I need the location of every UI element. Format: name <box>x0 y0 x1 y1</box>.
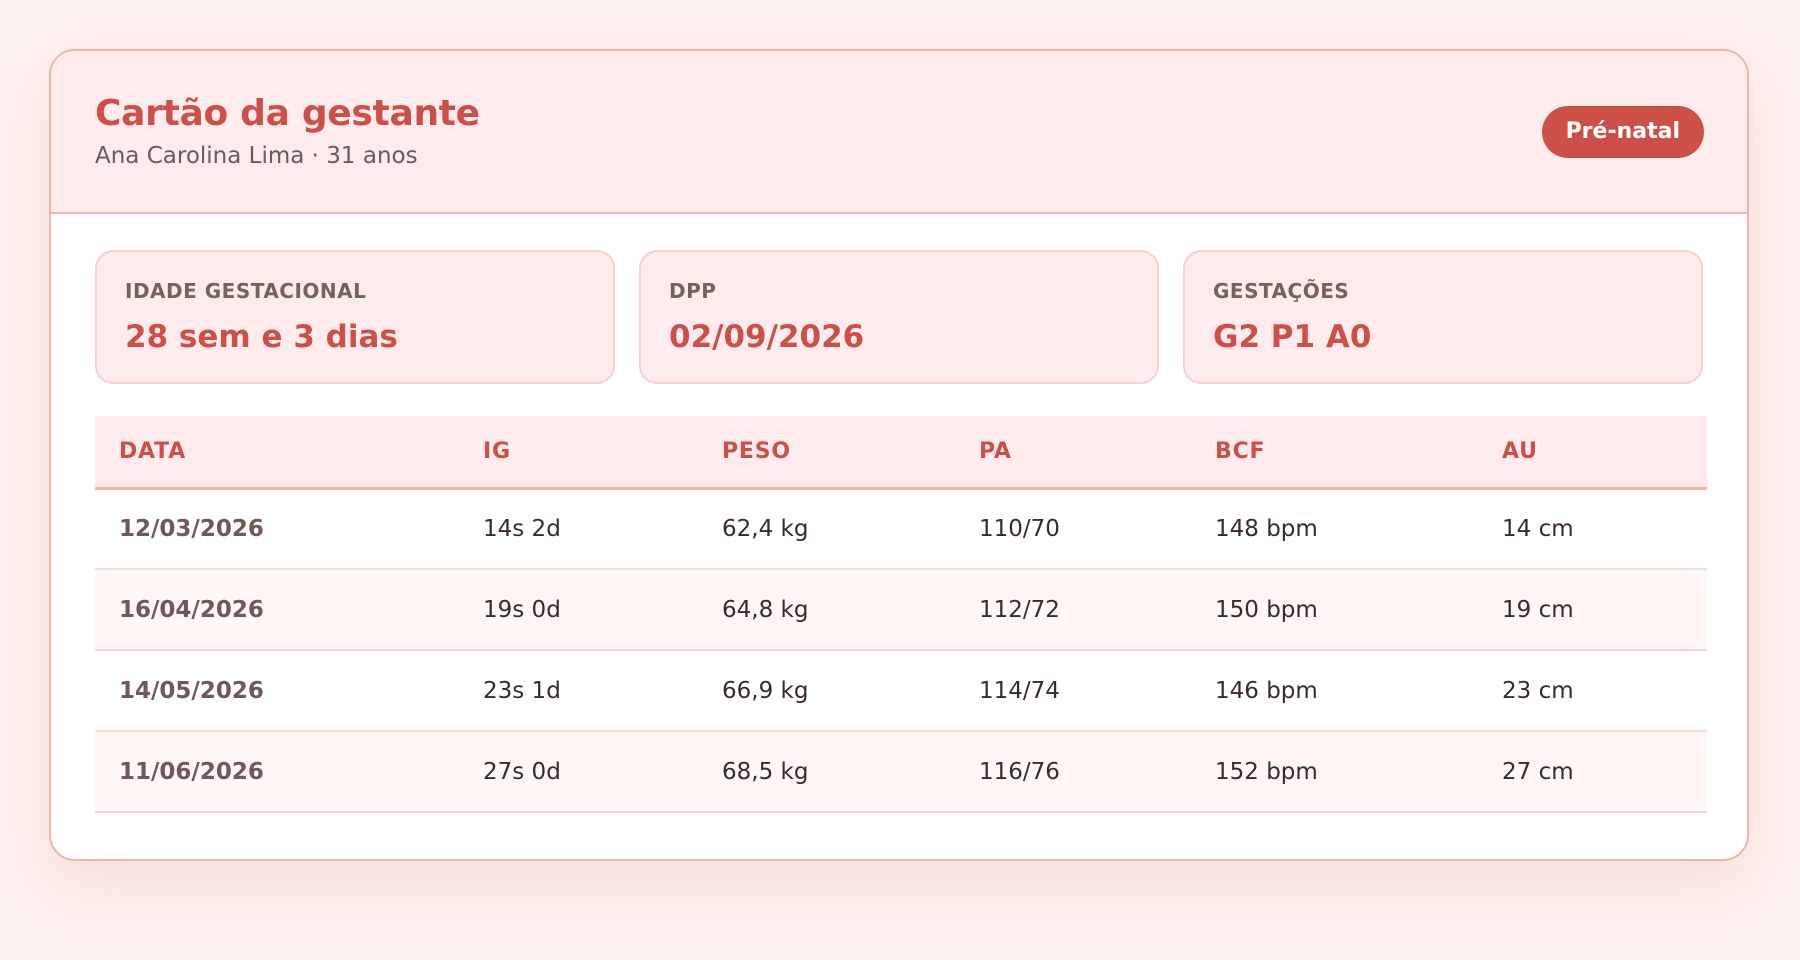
consultations-table: DATA IG PESO PA BCF AU 12/03/2026 14s 2d… <box>95 416 1707 813</box>
cell-au: 23 cm <box>1478 650 1707 732</box>
stat-value: 28 sem e 3 dias <box>125 319 398 355</box>
patient-info: Ana Carolina Lima · 31 anos <box>95 143 418 169</box>
cell-date: 12/03/2026 <box>95 488 459 570</box>
stat-due-date: DPP 02/09/2026 <box>639 250 1159 384</box>
cell-weight: 62,4 kg <box>698 488 955 570</box>
column-header-weight: PESO <box>698 416 955 490</box>
cell-bp: 114/74 <box>955 650 1191 732</box>
cell-ig: 23s 1d <box>459 650 698 732</box>
summary-stats: IDADE GESTACIONAL 28 sem e 3 dias DPP 02… <box>95 250 1703 384</box>
column-header-ig: IG <box>459 416 698 490</box>
column-header-bcf: BCF <box>1191 416 1478 490</box>
column-header-date: DATA <box>95 416 459 490</box>
cell-ig: 14s 2d <box>459 488 698 570</box>
cell-ig: 27s 0d <box>459 731 698 813</box>
stat-gestational-age: IDADE GESTACIONAL 28 sem e 3 dias <box>95 250 615 384</box>
cell-date: 16/04/2026 <box>95 569 459 651</box>
stat-label: IDADE GESTACIONAL <box>125 279 367 303</box>
stat-label: GESTAÇÕES <box>1213 279 1350 303</box>
table-row: 11/06/2026 27s 0d 68,5 kg 116/76 152 bpm… <box>95 731 1707 813</box>
card-header: Cartão da gestante Ana Carolina Lima · 3… <box>51 51 1747 214</box>
column-header-bp: PA <box>955 416 1191 490</box>
cell-weight: 66,9 kg <box>698 650 955 732</box>
cell-bp: 110/70 <box>955 488 1191 570</box>
column-header-au: AU <box>1478 416 1707 490</box>
cell-bcf: 150 bpm <box>1191 569 1478 651</box>
table-header-row: DATA IG PESO PA BCF AU <box>95 416 1707 490</box>
cell-au: 19 cm <box>1478 569 1707 651</box>
cell-weight: 68,5 kg <box>698 731 955 813</box>
stat-value: G2 P1 A0 <box>1213 319 1372 355</box>
status-badge: Pré-natal <box>1541 106 1704 158</box>
cell-date: 11/06/2026 <box>95 731 459 813</box>
table-row: 12/03/2026 14s 2d 62,4 kg 110/70 148 bpm… <box>95 488 1707 570</box>
page-title: Cartão da gestante <box>95 93 480 134</box>
cell-au: 14 cm <box>1478 488 1707 570</box>
cell-ig: 19s 0d <box>459 569 698 651</box>
card-body: IDADE GESTACIONAL 28 sem e 3 dias DPP 02… <box>51 214 1747 813</box>
prenatal-card: Cartão da gestante Ana Carolina Lima · 3… <box>49 49 1749 861</box>
cell-weight: 64,8 kg <box>698 569 955 651</box>
cell-bcf: 152 bpm <box>1191 731 1478 813</box>
cell-bp: 116/76 <box>955 731 1191 813</box>
cell-bcf: 148 bpm <box>1191 488 1478 570</box>
table-row: 14/05/2026 23s 1d 66,9 kg 114/74 146 bpm… <box>95 650 1707 732</box>
stat-value: 02/09/2026 <box>669 319 865 355</box>
cell-bcf: 146 bpm <box>1191 650 1478 732</box>
table-row: 16/04/2026 19s 0d 64,8 kg 112/72 150 bpm… <box>95 569 1707 651</box>
cell-au: 27 cm <box>1478 731 1707 813</box>
cell-bp: 112/72 <box>955 569 1191 651</box>
stat-pregnancies: GESTAÇÕES G2 P1 A0 <box>1183 250 1703 384</box>
cell-date: 14/05/2026 <box>95 650 459 732</box>
stat-label: DPP <box>669 279 717 303</box>
